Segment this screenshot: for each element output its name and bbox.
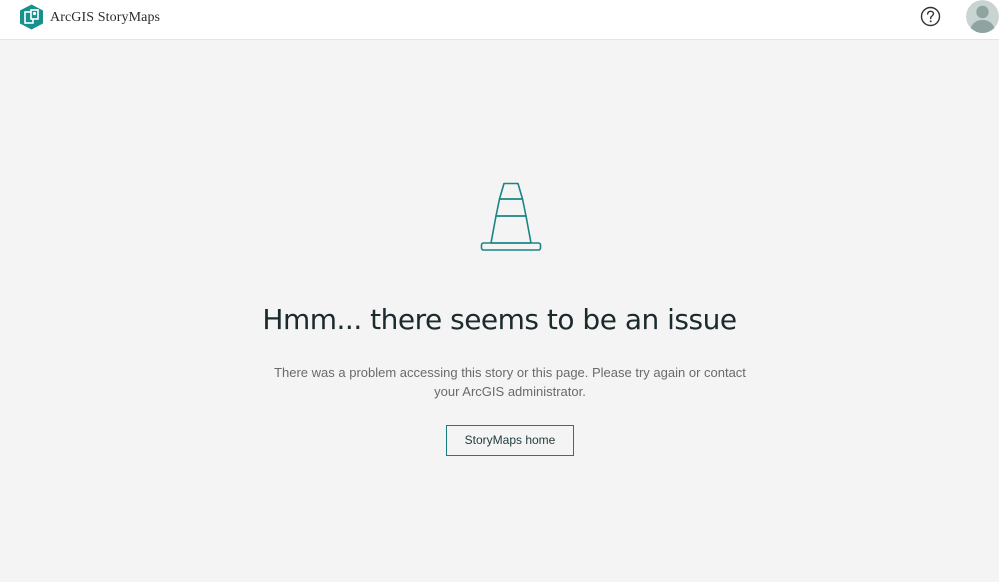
storymaps-home-button[interactable]: StoryMaps home: [446, 425, 574, 456]
brand-home-link[interactable]: ArcGIS StoryMaps: [19, 4, 160, 30]
brand-name: ArcGIS StoryMaps: [50, 10, 161, 25]
help-circle-icon[interactable]: [920, 6, 941, 27]
storymaps-logo-icon: [20, 4, 43, 30]
user-avatar-icon[interactable]: [966, 0, 999, 33]
error-message: There was a problem accessing this story…: [274, 365, 746, 399]
error-title: Hmm... there seems to be an issue: [262, 303, 737, 336]
traffic-cone-icon: [480, 182, 542, 251]
top-bar: ArcGIS StoryMaps: [0, 0, 999, 40]
